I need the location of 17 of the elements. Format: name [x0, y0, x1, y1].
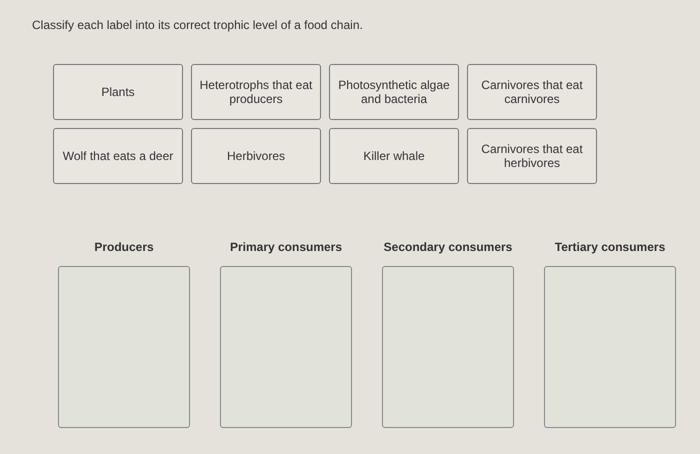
bin-title: Producers — [93, 239, 155, 256]
draggable-label[interactable]: Carnivores that eat carnivores — [467, 64, 597, 120]
drop-zone[interactable] — [58, 266, 190, 428]
draggable-label[interactable]: Herbivores — [191, 128, 321, 184]
draggable-label[interactable]: Killer whale — [329, 128, 459, 184]
instruction-text: Classify each label into its correct trophic level of a food chain. — [32, 17, 364, 34]
draggable-label[interactable]: Carnivores that eat herbivores — [467, 128, 597, 184]
drop-zone[interactable] — [544, 266, 676, 428]
draggable-label[interactable]: Wolf that eats a deer — [53, 128, 183, 184]
bin-title: Tertiary consumers — [554, 239, 666, 256]
draggable-label[interactable]: Heterotrophs that eat producers — [191, 64, 321, 120]
draggable-label[interactable]: Plants — [53, 64, 183, 120]
drop-zone[interactable] — [220, 266, 352, 428]
draggable-label[interactable]: Photosynthetic algae and bacteria — [329, 64, 459, 120]
bin-title: Primary consumers — [228, 239, 344, 256]
bin-title: Secondary consumers — [382, 239, 514, 256]
drop-zone[interactable] — [382, 266, 514, 428]
